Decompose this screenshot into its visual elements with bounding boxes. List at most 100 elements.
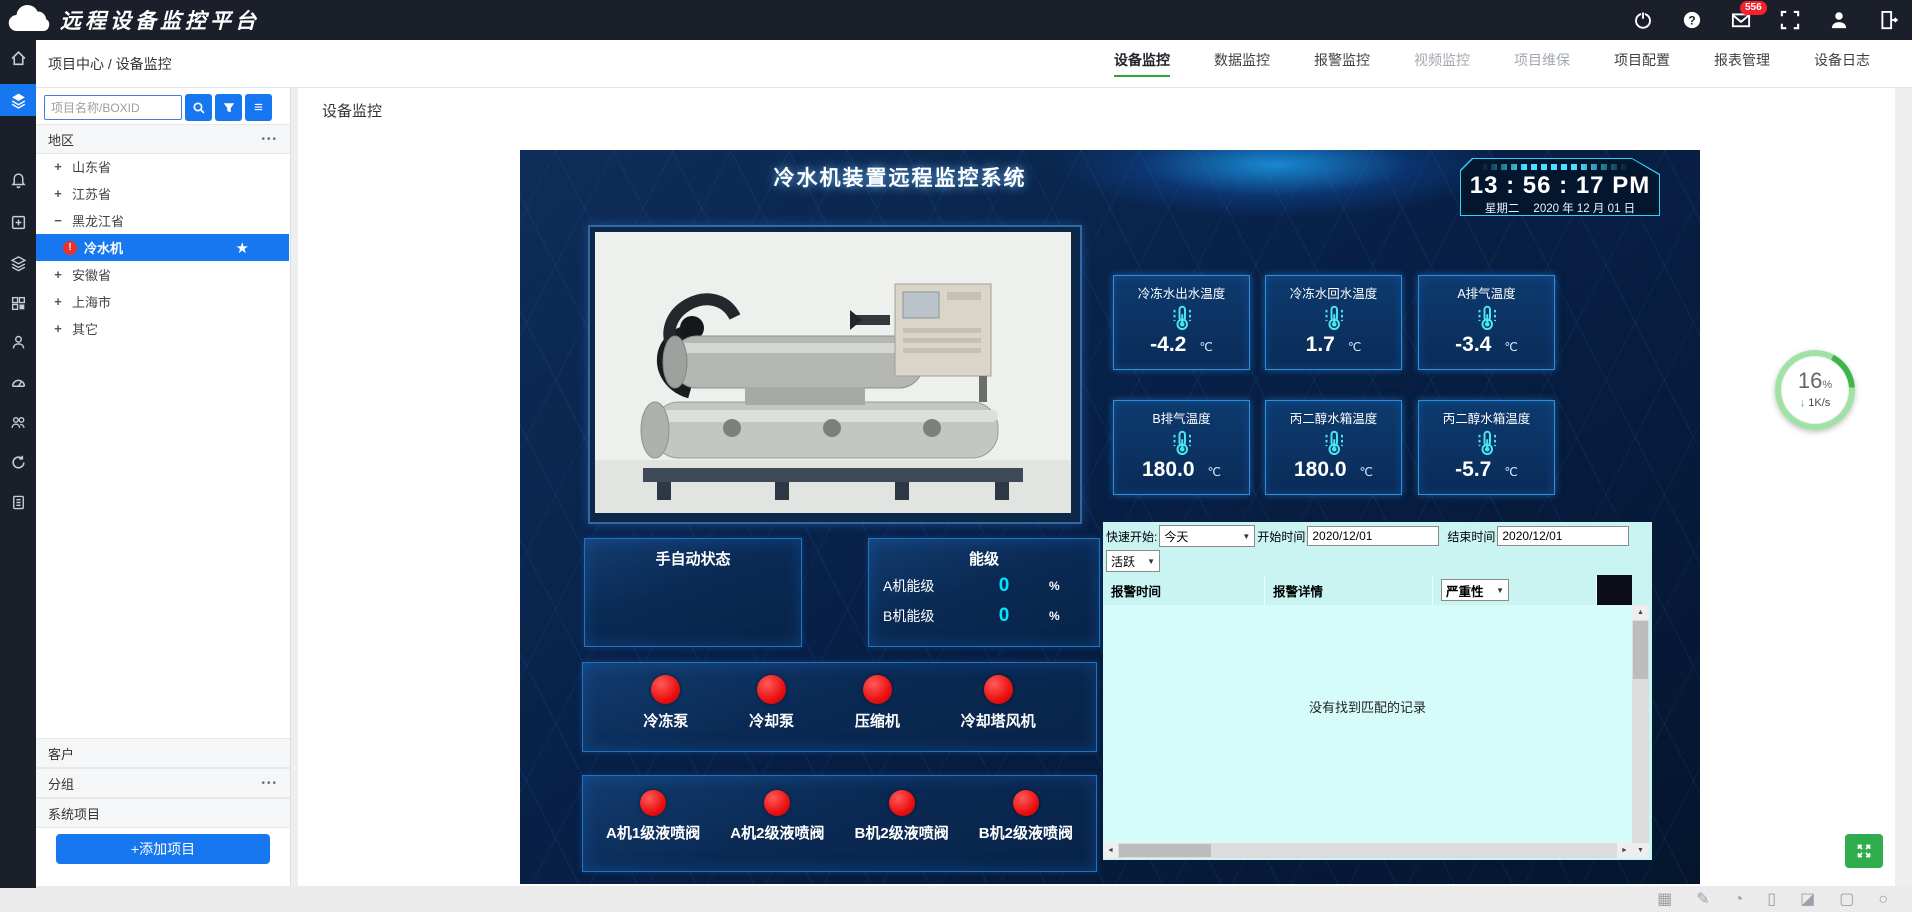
expand-icon[interactable]: +	[51, 294, 65, 309]
expand-icon[interactable]: +	[51, 267, 65, 282]
tab-project-maint[interactable]: 项目维保	[1514, 50, 1570, 77]
footer-icon[interactable]: ◪	[1800, 892, 1815, 908]
tree-item-other[interactable]: + 其它	[36, 315, 289, 342]
thermometer-icon	[1472, 303, 1502, 333]
logs-icon[interactable]	[0, 487, 36, 517]
scroll-right-icon[interactable]: ►	[1617, 843, 1632, 858]
expand-icon[interactable]: +	[51, 186, 65, 201]
energy-row-a: A机能级 0 %	[883, 575, 1083, 597]
search-button[interactable]	[185, 94, 212, 121]
scroll-up-icon[interactable]: ▲	[1632, 605, 1649, 620]
filter-button[interactable]	[215, 94, 242, 121]
status-dot-red	[651, 675, 680, 704]
network-progress-widget[interactable]: 16% ↓1K/s	[1775, 350, 1855, 430]
tree-item-chiller-selected[interactable]: ! 冷水机 ★	[36, 234, 289, 261]
chiller-photo	[588, 225, 1082, 524]
footer-icon[interactable]: ▢	[1839, 892, 1854, 908]
temp-card-chilled-out: 冷冻水出水温度 -4.2℃	[1113, 275, 1250, 370]
temp-value: 1.7	[1306, 333, 1335, 357]
alarm-list-panel: 快速开始: 今天 ▼ 开始时间 结束时间 活跃 ▼ 报警时间 报警详情	[1103, 522, 1652, 860]
app-title: 远程设备监控平台	[60, 5, 260, 35]
temp-value: -3.4	[1455, 333, 1491, 357]
footer-icon[interactable]: ◔	[1734, 892, 1744, 908]
customer-group-header[interactable]: 客户	[36, 738, 290, 768]
tree-item-jiangsu[interactable]: + 江苏省	[36, 180, 289, 207]
tab-report-manage[interactable]: 报表管理	[1714, 50, 1770, 77]
favorite-star-icon[interactable]: ★	[236, 239, 249, 257]
app-logo: 远程设备监控平台	[6, 2, 260, 39]
col-alarm-time[interactable]: 报警时间	[1103, 575, 1265, 605]
breadcrumb-bar: 项目中心 / 设备监控 设备监控 数据监控 报警监控 视频监控 项目维保 项目配…	[36, 40, 1912, 88]
temp-card-a-exhaust: A排气温度 -3.4℃	[1418, 275, 1555, 370]
temp-value: 180.0	[1142, 458, 1195, 482]
scrollbar-thumb[interactable]	[1119, 844, 1211, 857]
temp-card-glycol-tank-1: 丙二醇水箱温度 180.0℃	[1265, 400, 1402, 495]
gauge-icon[interactable]	[0, 367, 36, 397]
tree-item-shandong[interactable]: + 山东省	[36, 153, 289, 180]
menu-button[interactable]: ≡	[245, 94, 272, 121]
tree-item-heilongjiang[interactable]: − 黑龙江省	[36, 207, 289, 234]
home-icon[interactable]	[0, 43, 36, 73]
chevron-down-icon: ▼	[1141, 557, 1155, 566]
expand-fullscreen-button[interactable]	[1845, 834, 1883, 868]
user-audit-icon[interactable]	[0, 327, 36, 357]
severity-select[interactable]: 严重性 ▼	[1441, 579, 1509, 601]
tab-project-config[interactable]: 项目配置	[1614, 50, 1670, 77]
tab-data-monitor[interactable]: 数据监控	[1214, 50, 1270, 77]
expand-icon[interactable]: +	[51, 159, 65, 174]
col-alarm-detail[interactable]: 报警详情	[1265, 575, 1433, 605]
region-group-header[interactable]: 地区 •••	[36, 124, 290, 154]
energy-title: 能级	[869, 548, 1099, 569]
valve-status-b2: B机2级液喷阀	[979, 790, 1073, 843]
customers-icon[interactable]	[0, 407, 36, 437]
quick-start-select[interactable]: 今天 ▼	[1159, 525, 1255, 547]
footer-icon[interactable]: ▦	[1657, 892, 1672, 908]
scrollbar-thumb[interactable]	[1633, 621, 1648, 679]
status-dot-red	[640, 790, 666, 816]
sync-icon[interactable]	[0, 447, 36, 477]
dashboard-grid-icon[interactable]	[0, 288, 36, 318]
status-filter-select[interactable]: 活跃 ▼	[1106, 550, 1160, 572]
tab-device-monitor[interactable]: 设备监控	[1114, 50, 1170, 77]
horizontal-scrollbar[interactable]: ◄ ►	[1103, 843, 1632, 858]
scroll-left-icon[interactable]: ◄	[1103, 843, 1118, 858]
tab-video-monitor[interactable]: 视频监控	[1414, 50, 1470, 77]
end-time-input[interactable]	[1497, 526, 1629, 546]
device-layers-icon[interactable]	[0, 248, 36, 278]
status-dot-red	[1013, 790, 1039, 816]
temp-value: -4.2	[1150, 333, 1186, 357]
progress-speed: 1K/s	[1808, 397, 1830, 409]
download-arrow-icon: ↓	[1800, 397, 1806, 409]
grouping-more-icon[interactable]: •••	[261, 778, 278, 789]
expand-icon[interactable]: +	[51, 321, 65, 336]
footer-icon[interactable]: ✎	[1696, 892, 1709, 908]
region-more-icon[interactable]: •••	[261, 134, 278, 145]
system-project-header[interactable]: 系统项目	[36, 798, 290, 828]
scroll-down-icon[interactable]: ▼	[1632, 843, 1649, 858]
power-icon[interactable]	[1633, 10, 1653, 30]
add-project-icon[interactable]	[0, 207, 36, 237]
chiller-illustration	[595, 232, 1071, 513]
device-monitor-icon[interactable]	[0, 84, 36, 116]
fullscreen-icon[interactable]	[1780, 10, 1800, 30]
user-icon[interactable]	[1829, 10, 1849, 30]
manual-auto-box: 手自动状态	[584, 538, 802, 647]
footer-icon[interactable]: ▯	[1767, 892, 1776, 908]
grouping-group-header[interactable]: 分组 •••	[36, 768, 290, 798]
search-input[interactable]	[44, 95, 182, 120]
pump-status-compressor: 压缩机	[855, 675, 900, 731]
footer-icon[interactable]: ○	[1878, 892, 1888, 908]
collapse-icon[interactable]: −	[51, 213, 65, 228]
mail-badge: 556	[1740, 1, 1767, 15]
start-time-input[interactable]	[1307, 526, 1439, 546]
add-project-button[interactable]: +添加项目	[56, 834, 270, 864]
tab-alarm-monitor[interactable]: 报警监控	[1314, 50, 1370, 77]
mail-icon[interactable]: 556	[1731, 10, 1751, 30]
help-icon[interactable]: ?	[1682, 10, 1702, 30]
tree-item-anhui[interactable]: + 安徽省	[36, 261, 289, 288]
tab-device-logs[interactable]: 设备日志	[1814, 50, 1870, 77]
alarm-bell-icon[interactable]	[0, 165, 36, 195]
vertical-scrollbar[interactable]: ▲ ▼	[1632, 605, 1649, 858]
logout-icon[interactable]	[1878, 10, 1898, 30]
tree-item-shanghai[interactable]: + 上海市	[36, 288, 289, 315]
